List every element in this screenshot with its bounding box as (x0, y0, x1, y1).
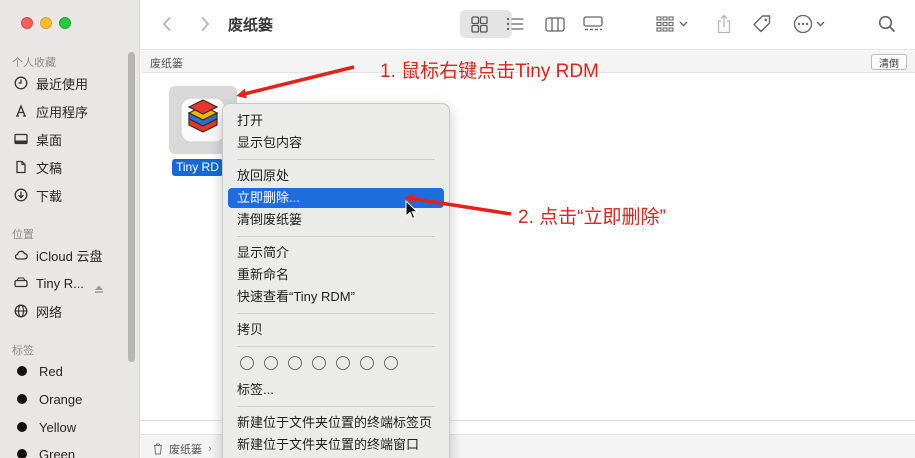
sidebar-item-label: Orange (39, 391, 83, 407)
document-icon (14, 160, 28, 174)
context-menu: 打开 显示包内容 放回原处 立即删除... 清倒废纸篓 显示简介 重新命名 快速… (222, 103, 450, 458)
path-bar-label: 废纸篓 (169, 444, 202, 456)
sidebar-item-applications[interactable]: 应用程序 (14, 100, 88, 122)
path-bar-item-trash[interactable]: 废纸篓 › (153, 441, 212, 457)
sidebar-item-tiny-rdm-volume[interactable]: Tiny R... (14, 272, 84, 294)
sidebar-item-label: 桌面 (36, 132, 63, 148)
group-icon (656, 16, 688, 32)
menu-separator (237, 346, 435, 347)
sidebar-item-tag-orange[interactable]: Orange (14, 388, 82, 410)
maximize-window-button[interactable] (59, 17, 71, 29)
tiny-rdm-file-label[interactable]: Tiny RD (172, 159, 223, 176)
sidebar-item-tag-yellow[interactable]: Yellow (14, 416, 76, 438)
mouse-cursor-icon (405, 200, 419, 220)
sidebar-item-network[interactable]: 网络 (14, 300, 62, 322)
menu-separator (237, 313, 435, 314)
sidebar-section-locations: 位置 (12, 229, 34, 241)
list-view-icon[interactable] (504, 13, 526, 35)
back-button[interactable] (159, 13, 175, 35)
share-button[interactable] (714, 13, 734, 35)
tag-circle-icon[interactable] (384, 356, 398, 370)
toolbar: 废纸篓 (141, 0, 915, 50)
column-view-icon[interactable] (544, 13, 566, 35)
sidebar-item-downloads[interactable]: 下载 (14, 184, 62, 206)
sidebar-item-recents[interactable]: 最近使用 (14, 72, 88, 94)
sidebar-item-tag-red[interactable]: Red (14, 360, 63, 382)
sidebar: 个人收藏 最近使用 应用程序 桌面 文稿 下载 位置 iCloud 云盘 Tin… (0, 0, 140, 458)
tag-circle-icon[interactable] (240, 356, 254, 370)
sidebar-item-label: Red (39, 363, 63, 379)
tag-circle-icon[interactable] (360, 356, 374, 370)
empty-trash-button[interactable]: 清倒 (871, 54, 907, 70)
menu-item-get-info[interactable]: 显示简介 (228, 243, 444, 263)
search-button[interactable] (877, 13, 897, 35)
desktop-icon (14, 132, 28, 146)
tag-circle-icon[interactable] (288, 356, 302, 370)
sidebar-item-icloud[interactable]: iCloud 云盘 (14, 244, 102, 266)
sidebar-item-desktop[interactable]: 桌面 (14, 128, 62, 150)
tag-dot-icon (17, 394, 27, 404)
chevron-right-icon (201, 16, 210, 32)
menu-separator (237, 159, 435, 160)
sidebar-section-favorites: 个人收藏 (12, 57, 56, 69)
menu-item-quick-look[interactable]: 快速查看“Tiny RDM” (228, 287, 444, 307)
trash-header-label: 废纸篓 (150, 58, 183, 70)
tag-dot-icon (17, 449, 27, 458)
menu-item-new-terminal-tab[interactable]: 新建位于文件夹位置的终端标签页 (228, 413, 444, 433)
menu-separator (237, 236, 435, 237)
menu-tag-colors (240, 356, 398, 370)
tag-circle-icon[interactable] (336, 356, 350, 370)
clock-icon (14, 76, 28, 90)
trash-icon (154, 443, 162, 455)
cloud-icon (14, 248, 28, 262)
tag-circle-icon[interactable] (264, 356, 278, 370)
sidebar-item-tag-green[interactable]: Green (14, 443, 75, 458)
tag-dot-icon (17, 422, 27, 432)
sidebar-item-label: iCloud 云盘 (36, 248, 103, 264)
annotation-step-2: 2. 点击“立即删除” (518, 207, 666, 228)
ellipsis-circle-icon (793, 14, 825, 34)
menu-item-copy[interactable]: 拷贝 (228, 320, 444, 340)
sidebar-item-label: 文稿 (36, 160, 63, 176)
group-by-button[interactable] (656, 13, 690, 35)
more-actions-button[interactable] (793, 13, 829, 35)
tag-circle-icon[interactable] (312, 356, 326, 370)
apps-icon (14, 104, 28, 118)
window-title: 废纸篓 (228, 17, 274, 34)
sidebar-item-documents[interactable]: 文稿 (14, 156, 62, 178)
menu-item-tags[interactable]: 标签... (228, 380, 444, 400)
sidebar-item-label: Yellow (39, 419, 77, 435)
forward-button[interactable] (197, 13, 213, 35)
close-window-button[interactable] (21, 17, 33, 29)
grid-view-icon[interactable] (468, 13, 490, 35)
eject-icon[interactable] (94, 284, 104, 294)
download-icon (14, 188, 28, 202)
menu-item-new-terminal-window[interactable]: 新建位于文件夹位置的终端窗口 (228, 435, 444, 455)
sidebar-item-label: Green (39, 446, 76, 458)
path-separator-icon: › (208, 443, 212, 455)
sidebar-scrollbar[interactable] (128, 52, 135, 362)
menu-item-put-back[interactable]: 放回原处 (228, 166, 444, 186)
search-icon (878, 15, 896, 33)
sidebar-item-label: 下载 (36, 188, 63, 204)
minimize-window-button[interactable] (40, 17, 52, 29)
sidebar-section-tags: 标签 (12, 345, 34, 357)
disk-icon (14, 276, 28, 290)
tag-icon (753, 15, 771, 33)
gallery-view-icon[interactable] (582, 13, 604, 35)
globe-icon (14, 304, 28, 318)
sidebar-item-label: Tiny R... (36, 275, 84, 291)
sidebar-item-label: 网络 (36, 304, 63, 320)
share-icon (717, 14, 731, 34)
chevron-left-icon (162, 16, 171, 32)
annotation-step-1: 1. 鼠标右键点击Tiny RDM (380, 61, 599, 82)
menu-item-open[interactable]: 打开 (228, 111, 444, 131)
tag-dot-icon (17, 366, 27, 376)
tag-button[interactable] (750, 13, 774, 35)
sidebar-item-label: 最近使用 (36, 76, 89, 92)
menu-separator (237, 406, 435, 407)
sidebar-item-label: 应用程序 (36, 104, 89, 120)
menu-item-rename[interactable]: 重新命名 (228, 265, 444, 285)
menu-item-show-package-contents[interactable]: 显示包内容 (228, 133, 444, 153)
